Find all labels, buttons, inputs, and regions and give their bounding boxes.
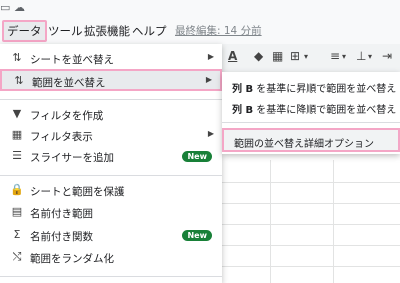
top-strip: ▭ ☁ [0,0,400,18]
borders-icon[interactable]: ▦ [272,49,283,63]
sort-range-submenu: 列 B を基準に昇順で範囲を並べ替え 列 B を基準に降順で範囲を並べ替え 範囲… [222,72,400,154]
grid-line [333,160,334,283]
menu-item-label: フィルタを作成 [30,110,104,122]
menu-extensions[interactable]: 拡張機能 [84,22,130,40]
valign-dropdown-icon[interactable]: ▾ [368,52,372,61]
new-badge: New [182,230,212,241]
menu-item-named-functions[interactable]: Σ 名前付き関数 New [0,225,222,247]
menu-divider [0,276,222,277]
wrap-icon[interactable]: ⇥ [382,49,392,63]
menu-item-label: 名前付き範囲 [30,208,93,220]
new-badge: New [182,151,212,162]
cloud-icon[interactable]: ☁ [14,1,25,14]
toolbar: A ◆ ▦ ⊞ ▾ ≡ ▾ ⊥ ▾ ⇥ [222,44,400,73]
submenu-arrow-icon: ▶ [207,129,214,138]
submenu-item-sort-desc[interactable]: 列 B を基準に降順で範囲を並べ替え [222,97,400,117]
menu-item-label: 名前付き関数 [30,231,93,243]
slicer-icon: ☰ [12,149,22,162]
grid-line [222,266,400,267]
menu-data[interactable]: データ [2,20,47,42]
submenu-item-sort-asc[interactable]: 列 B を基準に昇順で範囲を並べ替え [222,76,400,96]
folder-icon[interactable]: ▭ [0,1,10,14]
menu-item-protect[interactable]: 🔒 シートと範囲を保護 [0,180,222,202]
submenu-arrow-icon: ▶ [205,75,212,84]
grid-line [222,182,400,183]
menu-item-sort-sheet[interactable]: ⇅ シートを並べ替え ▶ [0,48,222,70]
submenu-item-label: 列 B を基準に昇順で範囲を並べ替え [232,84,397,95]
shuffle-icon: ⤭ [12,250,22,263]
grid-line [270,160,271,283]
sigma-icon: Σ [13,228,21,241]
text-color-icon[interactable]: A [228,49,237,63]
align-icon[interactable]: ≡ [330,49,340,63]
sort-icon: ⇅ [12,51,22,64]
menu-item-label: シートと範囲を保護 [30,186,125,198]
submenu-arrow-icon: ▶ [207,52,214,61]
menu-item-randomize[interactable]: ⤭ 範囲をランダム化 [0,247,222,269]
menu-bar: データ ツール 拡張機能 ヘルプ 最終編集: 14 分前 [0,18,400,44]
merge-dropdown-icon[interactable]: ▾ [304,52,308,61]
submenu-item-label: 列 B を基準に降順で範囲を並べ替え [232,105,397,116]
named-range-icon: ▤ [11,205,23,218]
menu-divider [222,122,400,123]
menu-item-label: フィルタ表示 [30,131,93,143]
menu-divider [0,175,222,176]
filter-icon: ▼ [12,107,22,120]
grid-line [222,245,400,246]
menu-help[interactable]: ヘルプ [132,22,167,40]
filter-view-icon: ▦ [11,128,23,141]
submenu-item-label: 範囲の並べ替え詳細オプション [234,139,374,150]
grid-line [222,224,400,225]
menu-item-sort-range[interactable]: ⇅ 範囲を並べ替え ▶ [0,69,222,91]
menu-item-label: スライサーを追加 [30,152,114,164]
fill-color-icon[interactable]: ◆ [254,49,263,63]
menu-divider [0,99,222,100]
last-edit-link[interactable]: 最終編集: 14 分前 [175,22,262,40]
submenu-item-advanced-sort[interactable]: 範囲の並べ替え詳細オプション [222,128,400,152]
menu-item-named-ranges[interactable]: ▤ 名前付き範囲 [0,202,222,224]
data-menu-dropdown: ⇅ シートを並べ替え ▶ ⇅ 範囲を並べ替え ▶ ▼ フィルタを作成 ▦ フィル… [0,44,222,283]
merge-cells-icon[interactable]: ⊞ [290,49,300,63]
grid-line [222,203,400,204]
menu-item-create-filter[interactable]: ▼ フィルタを作成 [0,104,222,126]
menu-item-label: 範囲を並べ替え [32,77,106,89]
valign-icon[interactable]: ⊥ [356,49,366,63]
align-dropdown-icon[interactable]: ▾ [342,52,346,61]
menu-tools[interactable]: ツール [48,22,83,40]
menu-item-filter-views[interactable]: ▦ フィルタ表示 ▶ [0,125,222,147]
menu-item-label: 範囲をランダム化 [30,253,114,265]
lock-icon: 🔒 [10,183,24,196]
menu-item-add-slicer[interactable]: ☰ スライサーを追加 New [0,146,222,168]
sort-range-icon: ⇅ [14,74,24,87]
menu-item-label: シートを並べ替え [30,54,114,66]
